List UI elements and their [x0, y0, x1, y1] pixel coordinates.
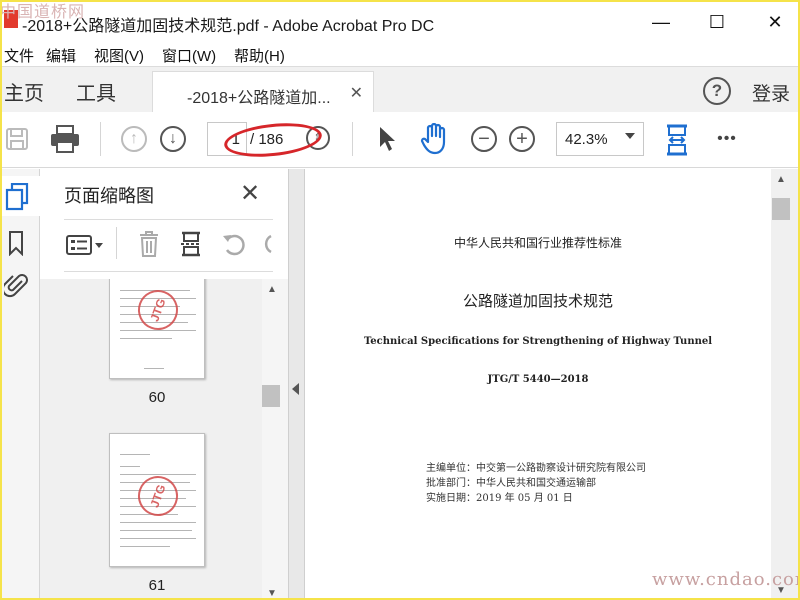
- zoom-select[interactable]: 42.3%: [556, 122, 644, 156]
- scroll-up-icon[interactable]: ▲: [774, 173, 788, 185]
- zoom-in-icon[interactable]: +: [509, 126, 535, 152]
- collapse-panel-icon[interactable]: [292, 383, 299, 395]
- print-icon[interactable]: [48, 124, 82, 154]
- thumbnail-scrollbar[interactable]: [262, 279, 288, 600]
- menu-bar: 文件 编辑 视图(V) 窗口(W) 帮助(H): [0, 42, 800, 66]
- tab-home[interactable]: 主页: [4, 77, 44, 106]
- hand-tool-icon[interactable]: [418, 123, 452, 155]
- zoom-out-icon[interactable]: −: [471, 126, 497, 152]
- document-title-en: Technical Specifications for Strengtheni…: [363, 336, 713, 347]
- scroll-up-icon[interactable]: ▲: [265, 283, 279, 295]
- menu-file[interactable]: 文件: [4, 45, 34, 66]
- minimize-button[interactable]: —: [638, 6, 684, 38]
- maximize-button[interactable]: ☐: [694, 6, 740, 38]
- save-icon[interactable]: [4, 126, 30, 152]
- watermark-top-left: 中国道桥网: [0, 2, 86, 21]
- menu-help[interactable]: 帮助(H): [234, 45, 285, 66]
- close-tab-icon[interactable]: ✕: [350, 83, 363, 103]
- menu-edit[interactable]: 编辑: [46, 45, 76, 66]
- watermark-bottom-right: www.cndao.com: [652, 569, 800, 590]
- page-thumbnail[interactable]: JTG: [109, 433, 205, 567]
- document-header: 中华人民共和国行业推荐性标准: [453, 236, 622, 250]
- toolbar: ↑ ↓ 1 / 186 ⇕ − + 42.3% •••: [0, 112, 800, 168]
- document-scrollbar-thumb[interactable]: [772, 198, 790, 220]
- close-panel-icon[interactable]: ✕: [240, 179, 260, 208]
- fit-page-icon[interactable]: [662, 122, 692, 158]
- jtg-stamp: JTG: [132, 284, 184, 336]
- panel-title: 页面缩略图: [64, 186, 154, 206]
- document-tab-label: -2018+公路隧道加...: [187, 90, 331, 107]
- panel-separator: [116, 227, 117, 259]
- menu-view[interactable]: 视图(V): [94, 45, 144, 66]
- toolbar-separator: [352, 122, 353, 156]
- toolbar-separator: [100, 122, 101, 156]
- document-scrollbar[interactable]: [771, 169, 798, 600]
- rotate-clockwise-icon[interactable]: [260, 231, 272, 257]
- attachment-icon[interactable]: [3, 270, 29, 300]
- document-title-cn: 公路隧道加固技术规范: [462, 292, 613, 310]
- page-thumbnails-icon[interactable]: [4, 182, 30, 212]
- help-icon[interactable]: ?: [703, 77, 731, 105]
- thumbnail-list: JTG 60 JTG 61: [40, 279, 262, 600]
- scroll-down-icon[interactable]: ▼: [265, 587, 279, 599]
- page-down-icon[interactable]: ↓: [160, 126, 186, 152]
- extract-pages-icon[interactable]: [178, 229, 204, 259]
- document-editor: 主编单位：中交第一公路勘察设计研究院有限公司: [426, 463, 646, 474]
- select-cursor-icon[interactable]: [374, 124, 400, 154]
- bookmark-icon[interactable]: [5, 228, 27, 258]
- thumbnail-page-number: 61: [148, 577, 166, 594]
- delete-icon[interactable]: [136, 229, 162, 259]
- panel-divider: [64, 271, 273, 272]
- tab-tools[interactable]: 工具: [76, 77, 116, 106]
- login-button[interactable]: 登录: [752, 79, 790, 106]
- chevron-down-icon: [625, 133, 635, 139]
- menu-window[interactable]: 窗口(W): [162, 45, 216, 66]
- zoom-value: 42.3%: [565, 130, 608, 148]
- document-code: JTG/T 5440—2018: [487, 374, 589, 385]
- page-thumbnail[interactable]: JTG: [109, 279, 205, 379]
- page-up-icon[interactable]: ↑: [121, 126, 147, 152]
- tab-bar: 主页 工具 -2018+公路隧道加... ✕: [0, 66, 800, 113]
- document-approver: 批准部门：中华人民共和国交通运输部: [426, 478, 596, 489]
- thumbnail-scrollbar-thumb[interactable]: [262, 385, 280, 407]
- document-view: 中华人民共和国行业推荐性标准 公路隧道加固技术规范 Technical Spec…: [305, 169, 771, 600]
- thumbnail-panel: 页面缩略图 ✕ JTG 60 JTG 61 ▲ ▼: [40, 169, 288, 600]
- more-icon[interactable]: •••: [710, 126, 744, 152]
- tab-document[interactable]: -2018+公路隧道加... ✕: [152, 71, 374, 113]
- close-window-button[interactable]: ✕: [752, 6, 798, 38]
- thumbnail-options-icon[interactable]: [66, 233, 104, 257]
- document-effective-date: 实施日期：2019 年 05 月 01 日: [426, 493, 573, 504]
- thumbnail-page-number: 60: [148, 389, 166, 406]
- title-bar: -2018+公路隧道加固技术规范.pdf - Adobe Acrobat Pro…: [0, 0, 800, 42]
- panel-divider: [64, 219, 273, 220]
- rotate-counterclockwise-icon[interactable]: [220, 231, 248, 257]
